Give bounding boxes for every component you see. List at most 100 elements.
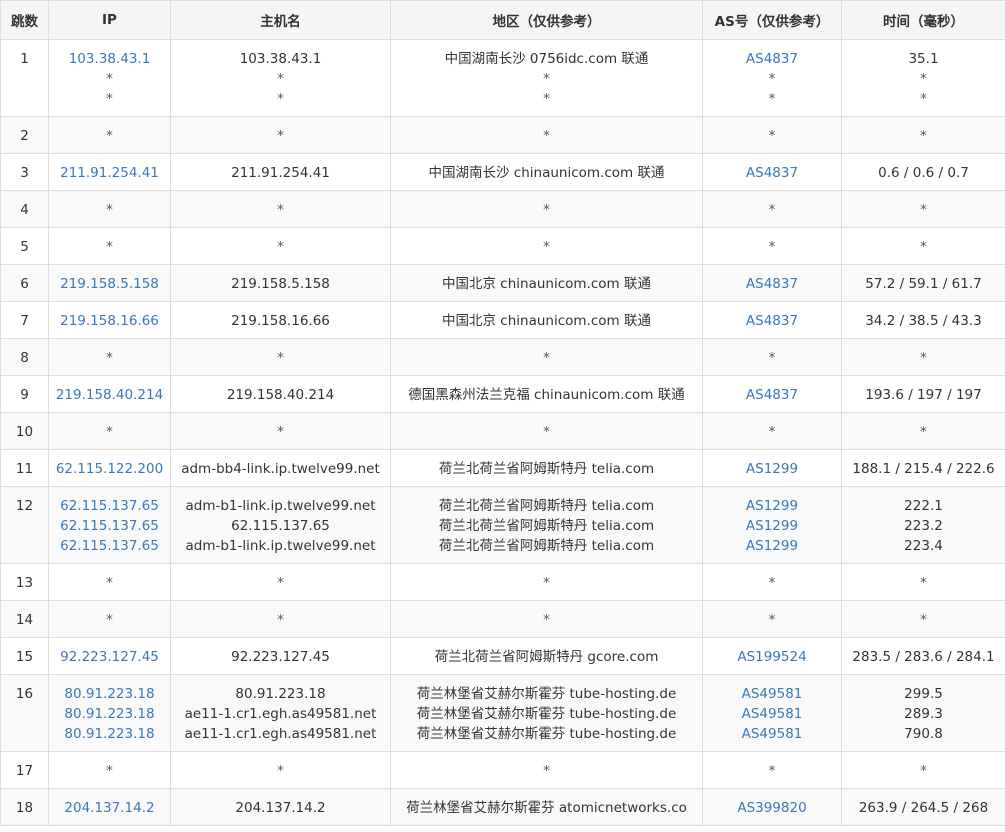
cell-ip: 219.158.16.66 [48, 301, 171, 339]
no-response-marker: * [768, 763, 776, 779]
cell-time: 35.1 * * [841, 39, 1005, 117]
no-response-marker: * [768, 91, 776, 107]
as-number: AS49581 [741, 706, 803, 722]
as-number: AS1299 [745, 461, 799, 477]
cell-time: * [841, 190, 1005, 228]
cell-hop: 7 [0, 301, 49, 339]
table-row: 10 * * * * * [0, 412, 1005, 450]
header-hop: 跳数 [0, 0, 49, 40]
cell-ip: 219.158.5.158 [48, 264, 171, 302]
cell-region: 荷兰北荷兰省阿姆斯特丹 gcore.com [390, 637, 703, 675]
cell-region: 荷兰北荷兰省阿姆斯特丹 telia.com [390, 449, 703, 487]
cell-as: AS1299 [702, 449, 842, 487]
cell-ip: 103.38.43.1 * * [48, 39, 171, 117]
ip-link[interactable]: 204.137.14.2 [49, 798, 170, 818]
no-response-marker: * [543, 128, 550, 144]
cell-ip: * [48, 190, 171, 228]
cell-as: * [702, 563, 842, 601]
cell-time-value: 223.4 [904, 538, 943, 554]
no-response-marker: * [277, 128, 284, 144]
ip-link[interactable]: 92.223.127.45 [49, 647, 170, 667]
cell-region: 德国黑森州法兰克福 chinaunicom.com 联通 [390, 375, 703, 413]
table-row: 2 * * * * * [0, 116, 1005, 154]
ip-link[interactable]: 62.115.137.65 [49, 516, 170, 536]
cell-time: 0.6 / 0.6 / 0.7 [841, 153, 1005, 191]
cell-as: * [702, 600, 842, 638]
cell-region-value: 德国黑森州法兰克福 chinaunicom.com 联通 [408, 387, 685, 403]
cell-hostname-value: 62.115.137.65 [231, 518, 330, 534]
no-response-marker: * [920, 239, 927, 255]
cell-ip: * [48, 412, 171, 450]
no-response-marker: * [106, 71, 113, 87]
cell-time-value: 188.1 / 215.4 / 222.6 [852, 461, 995, 477]
cell-region-value: 荷兰林堡省艾赫尔斯霍芬 atomicnetworks.co [406, 800, 687, 816]
cell-hop: 5 [0, 227, 49, 265]
cell-time-value: 289.3 [904, 706, 943, 722]
no-response-marker: * [277, 239, 284, 255]
cell-hostname: adm-b1-link.ip.twelve99.net 62.115.137.65… [170, 486, 391, 564]
cell-ip: 219.158.40.214 [48, 375, 171, 413]
ip-link[interactable]: 103.38.43.1 [49, 49, 170, 69]
cell-hostname: * [170, 412, 391, 450]
cell-hostname-value: 219.158.16.66 [231, 313, 330, 329]
header-region: 地区（仅供参考） [390, 0, 703, 40]
cell-hostname-value: 219.158.40.214 [226, 387, 335, 403]
cell-region-value: 荷兰林堡省艾赫尔斯霍芬 tube-hosting.de [416, 686, 677, 702]
cell-region: * [390, 751, 703, 789]
ip-link[interactable]: 219.158.5.158 [49, 274, 170, 294]
as-number: AS1299 [745, 518, 799, 534]
ip-link[interactable]: 62.115.137.65 [49, 536, 170, 556]
cell-time-value: 223.2 [904, 518, 943, 534]
cell-region-value: 荷兰北荷兰省阿姆斯特丹 telia.com [438, 461, 655, 477]
no-response-marker: * [277, 612, 284, 628]
cell-hop: 10 [0, 412, 49, 450]
ip-link[interactable]: 62.115.122.200 [49, 459, 170, 479]
as-number: AS399820 [737, 800, 807, 816]
cell-time-value: 790.8 [904, 726, 943, 742]
ip-link[interactable]: 62.115.137.65 [49, 496, 170, 516]
cell-ip: * [48, 227, 171, 265]
ip-link[interactable]: 80.91.223.18 [49, 684, 170, 704]
no-response-marker: * [920, 71, 927, 87]
table-row: 16 80.91.223.18 80.91.223.18 80.91.223.18 80… [0, 674, 1005, 752]
cell-region: 中国湖南长沙 0756idc.com 联通 * * [390, 39, 703, 117]
cell-hostname: * [170, 563, 391, 601]
no-response-marker: * [543, 763, 550, 779]
cell-time-value: 0.6 / 0.6 / 0.7 [878, 165, 969, 181]
no-response-marker: * [543, 350, 550, 366]
cell-as: AS4837 [702, 153, 842, 191]
no-response-marker: * [768, 239, 776, 255]
ip-link[interactable]: 211.91.254.41 [49, 163, 170, 183]
cell-hostname: 219.158.16.66 [170, 301, 391, 339]
no-response-marker: * [543, 239, 550, 255]
no-response-marker: * [106, 763, 113, 779]
cell-hop: 17 [0, 751, 49, 789]
ip-link[interactable]: 80.91.223.18 [49, 704, 170, 724]
cell-region-value: 荷兰北荷兰省阿姆斯特丹 telia.com [438, 518, 655, 534]
cell-time-value: 34.2 / 38.5 / 43.3 [865, 313, 982, 329]
cell-region-value: 荷兰北荷兰省阿姆斯特丹 telia.com [438, 498, 655, 514]
cell-time: 263.9 / 264.5 / 268 [841, 788, 1005, 826]
ip-link[interactable]: 219.158.40.214 [49, 385, 170, 405]
cell-region: 荷兰林堡省艾赫尔斯霍芬 atomicnetworks.co [390, 788, 703, 826]
cell-ip: * [48, 563, 171, 601]
no-response-marker: * [106, 128, 113, 144]
cell-ip: 62.115.122.200 [48, 449, 171, 487]
no-response-marker: * [768, 575, 776, 591]
cell-region-value: 中国湖南长沙 chinaunicom.com 联通 [428, 165, 665, 181]
as-number: AS49581 [741, 686, 803, 702]
cell-time: 34.2 / 38.5 / 43.3 [841, 301, 1005, 339]
no-response-marker: * [920, 202, 927, 218]
cell-hostname-value: adm-b1-link.ip.twelve99.net [185, 498, 376, 514]
cell-hostname-value: 211.91.254.41 [231, 165, 330, 181]
no-response-marker: * [920, 91, 927, 107]
no-response-marker: * [920, 128, 927, 144]
no-response-marker: * [277, 350, 284, 366]
cell-region-value: 荷兰林堡省艾赫尔斯霍芬 tube-hosting.de [416, 726, 677, 742]
no-response-marker: * [277, 71, 284, 87]
cell-time: 283.5 / 283.6 / 284.1 [841, 637, 1005, 675]
cell-region: * [390, 412, 703, 450]
ip-link[interactable]: 80.91.223.18 [49, 724, 170, 744]
ip-link[interactable]: 219.158.16.66 [49, 311, 170, 331]
cell-ip: 92.223.127.45 [48, 637, 171, 675]
